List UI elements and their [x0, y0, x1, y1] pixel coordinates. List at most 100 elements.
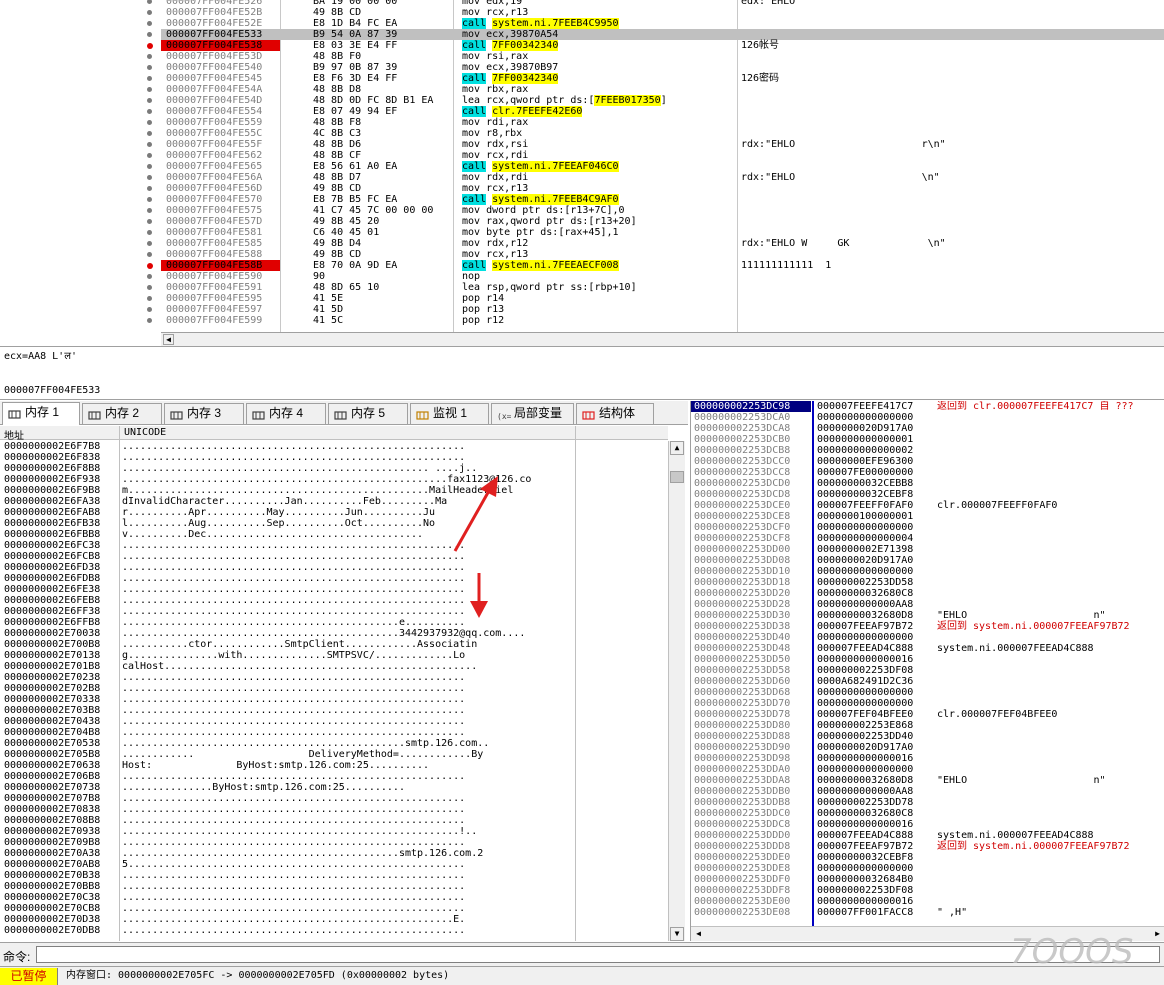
disasm-row[interactable]: 000007FF004FE599 41 5C pop r12 — [161, 315, 1164, 326]
address-dot-icon[interactable] — [147, 131, 152, 136]
address-dot-icon[interactable] — [147, 54, 152, 59]
disasm-row[interactable]: 000007FF004FE56A 48 8B D7 mov rdx,rdi rdx:"… — [161, 172, 1164, 183]
address-dot-icon[interactable] — [147, 296, 152, 301]
disassembly-view[interactable]: 000007FF004FE526 BA 19 00 00 00 mov edx,19… — [161, 0, 1164, 332]
address-dot-icon[interactable] — [147, 65, 152, 70]
address-dot-icon[interactable] — [147, 0, 152, 4]
disasm-address: 000007FF004FE56A — [166, 172, 263, 183]
disasm-row[interactable]: 000007FF004FE595 41 5E pop r14 — [161, 293, 1164, 304]
address-dot-icon[interactable] — [147, 120, 152, 125]
disasm-row[interactable]: 000007FF004FE588 49 8B CD mov rcx,r13 — [161, 249, 1164, 260]
disasm-row[interactable]: 000007FF004FE591 48 8D 65 10 lea rsp,qword… — [161, 282, 1164, 293]
command-input[interactable] — [36, 946, 1160, 963]
memory-row-unicode: ........................................… — [122, 628, 526, 639]
disasm-row[interactable]: 000007FF004FE533 B9 54 0A 87 39 mov ecx,39… — [161, 29, 1164, 40]
disasm-row[interactable]: 000007FF004FE54A 48 8B D8 mov rbx,rax — [161, 84, 1164, 95]
address-dot-icon[interactable] — [147, 230, 152, 235]
col-address-header[interactable]: 地址 — [4, 427, 24, 442]
tab-watch-1[interactable]: 监视 1 — [410, 403, 489, 424]
address-dot-icon[interactable] — [147, 241, 152, 246]
disasm-row[interactable]: 000007FF004FE538 E8 03 3E E4 FF call 7FF00… — [161, 40, 1164, 51]
address-dot-icon[interactable] — [147, 153, 152, 158]
disasm-row[interactable]: 000007FF004FE581 C6 40 45 01 mov byte ptr … — [161, 227, 1164, 238]
breakpoint-gutter[interactable] — [0, 0, 161, 332]
disasm-row[interactable]: 000007FF004FE56D 49 8B CD mov rcx,r13 — [161, 183, 1164, 194]
address-dot-icon[interactable] — [147, 32, 152, 37]
stack-row-comment — [937, 896, 1164, 907]
address-dot-icon[interactable] — [147, 142, 152, 147]
address-dot-icon[interactable] — [147, 164, 152, 169]
disasm-row[interactable]: 000007FF004FE575 41 C7 45 7C 00 00 00 mov … — [161, 205, 1164, 216]
disasm-instruction: mov rdx,rdi — [462, 172, 529, 183]
tab-memory-1[interactable]: 内存 1 — [2, 402, 80, 425]
disasm-row[interactable]: 000007FF004FE554 E8 07 49 94 EF call clr.7… — [161, 106, 1164, 117]
tab-struct[interactable]: 结构体 — [576, 403, 654, 424]
memory-row-address: 0000000002E704B8 — [4, 727, 101, 738]
disasm-row[interactable]: 000007FF004FE55C 4C 8B C3 mov r8,rbx — [161, 128, 1164, 139]
disasm-row[interactable]: 000007FF004FE58B E8 70 0A 9D EA call syste… — [161, 260, 1164, 271]
disasm-row[interactable]: 000007FF004FE540 B9 97 0B 87 39 mov ecx,39… — [161, 62, 1164, 73]
disasm-row[interactable]: 000007FF004FE54D 48 8D 0D FC 8D B1 EA lea … — [161, 95, 1164, 106]
address-dot-icon[interactable] — [147, 10, 152, 15]
address-dot-icon[interactable] — [147, 175, 152, 180]
address-dot-icon[interactable] — [147, 274, 152, 279]
tab-memory-2[interactable]: 内存 2 — [82, 403, 162, 424]
scroll-left-icon[interactable]: ◀ — [693, 928, 704, 939]
memory-row-unicode: ........................................… — [122, 716, 466, 727]
tab-memory-5[interactable]: 内存 5 — [328, 403, 408, 424]
memory-vscrollbar[interactable]: ▲ ▼ — [668, 441, 685, 941]
tab-memory-4[interactable]: 内存 4 — [246, 403, 326, 424]
stack-row-value: 0000000000000000 — [817, 863, 914, 874]
stack-row-value: 0000000020D917A0 — [817, 555, 914, 566]
tab-locals[interactable]: (x=)局部变量 — [491, 403, 574, 424]
disasm-row[interactable]: 000007FF004FE562 48 8B CF mov rcx,rdi — [161, 150, 1164, 161]
scroll-left-icon[interactable]: ◀ — [163, 334, 174, 345]
scroll-up-icon[interactable]: ▲ — [670, 441, 684, 455]
disasm-row[interactable]: 000007FF004FE559 48 8B F8 mov rdi,rax — [161, 117, 1164, 128]
scroll-down-icon[interactable]: ▼ — [670, 927, 684, 941]
stack-row-address: 000000002253DCB0 — [694, 434, 791, 445]
address-dot-icon[interactable] — [147, 197, 152, 202]
stack-row-value: 0000000000000016 — [817, 896, 914, 907]
address-dot-icon[interactable] — [147, 186, 152, 191]
address-dot-icon[interactable] — [147, 98, 152, 103]
address-dot-icon[interactable] — [147, 285, 152, 290]
disasm-row[interactable]: 000007FF004FE52E E8 1D B4 FC EA call syste… — [161, 18, 1164, 29]
memory-address-column[interactable]: 0000000002E6F7B8 0000000002E6F838 00000000… — [0, 441, 119, 941]
stack-row-comment: system.ni.000007FEEAD4C888 — [937, 643, 1094, 654]
address-dot-icon[interactable] — [147, 208, 152, 213]
breakpoint-icon[interactable] — [147, 43, 153, 49]
disassembly-hscrollbar[interactable]: ◀ — [161, 332, 1164, 346]
disasm-row[interactable]: 000007FF004FE570 E8 7B B5 FC EA call syste… — [161, 194, 1164, 205]
address-dot-icon[interactable] — [147, 318, 152, 323]
disasm-row[interactable]: 000007FF004FE545 E8 F6 3D E4 FF call 7FF00… — [161, 73, 1164, 84]
disasm-row[interactable]: 000007FF004FE526 BA 19 00 00 00 mov edx,19… — [161, 0, 1164, 7]
stack-row-address: 000000002253DCA8 — [694, 423, 791, 434]
scroll-thumb[interactable] — [670, 471, 684, 483]
address-dot-icon[interactable] — [147, 307, 152, 312]
address-dot-icon[interactable] — [147, 252, 152, 257]
stack-value-column[interactable]: 000007FEEFE417C7 0000000000000000 00000000… — [817, 401, 937, 926]
stack-row-address: 000000002253DCD8 — [694, 489, 791, 500]
stack-comment-column[interactable]: 返回到 clr.000007FEEFE417C7 自 ??? clr.000007… — [937, 401, 1164, 926]
address-dot-icon[interactable] — [147, 109, 152, 114]
stack-address-column[interactable]: 000000002253DC98 000000002253DCA0 00000000… — [691, 401, 811, 926]
tab-memory-3[interactable]: 内存 3 — [164, 403, 244, 424]
breakpoint-icon[interactable] — [147, 263, 153, 269]
address-dot-icon[interactable] — [147, 21, 152, 26]
disasm-row[interactable]: 000007FF004FE57D 49 8B 45 20 mov rax,qword… — [161, 216, 1164, 227]
disasm-row[interactable]: 000007FF004FE585 49 8B D4 mov rdx,r12 rdx:"… — [161, 238, 1164, 249]
stack-row-value: 00000000032CEBB8 — [817, 478, 914, 489]
disasm-row[interactable]: 000007FF004FE590 90 nop — [161, 271, 1164, 282]
disasm-row[interactable]: 000007FF004FE55F 48 8B D6 mov rdx,rsi rdx:"… — [161, 139, 1164, 150]
col-unicode-header[interactable]: UNICODE — [124, 427, 166, 438]
disasm-row[interactable]: 000007FF004FE597 41 5D pop r13 — [161, 304, 1164, 315]
memory-row-unicode: ........................................… — [122, 705, 466, 716]
address-dot-icon[interactable] — [147, 76, 152, 81]
disasm-row[interactable]: 000007FF004FE52B 49 8B CD mov rcx,r13 — [161, 7, 1164, 18]
address-dot-icon[interactable] — [147, 87, 152, 92]
disasm-row[interactable]: 000007FF004FE53D 48 8B F0 mov rsi,rax — [161, 51, 1164, 62]
disasm-row[interactable]: 000007FF004FE565 E8 56 61 A0 EA call syste… — [161, 161, 1164, 172]
dump-tab-bar: 内存 1 内存 2 内存 3 内存 4 内存 5 监视 1 (x=)局部变量 结构体 — [0, 401, 688, 425]
address-dot-icon[interactable] — [147, 219, 152, 224]
